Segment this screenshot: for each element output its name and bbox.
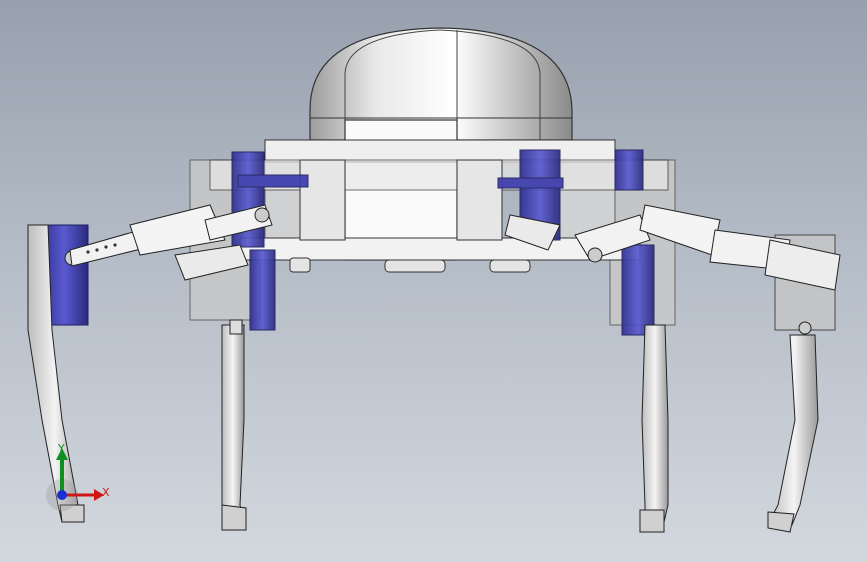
z-axis-dot — [57, 490, 67, 500]
cad-graphics-viewport[interactable]: X Y — [0, 0, 867, 562]
triad-graphic — [46, 448, 104, 511]
coordinate-triad: X Y — [40, 430, 130, 520]
robot-model-view[interactable] — [0, 0, 867, 562]
x-axis-label: X — [102, 486, 110, 499]
left-middle-leg — [221, 319, 247, 531]
y-axis-label: Y — [58, 442, 65, 455]
